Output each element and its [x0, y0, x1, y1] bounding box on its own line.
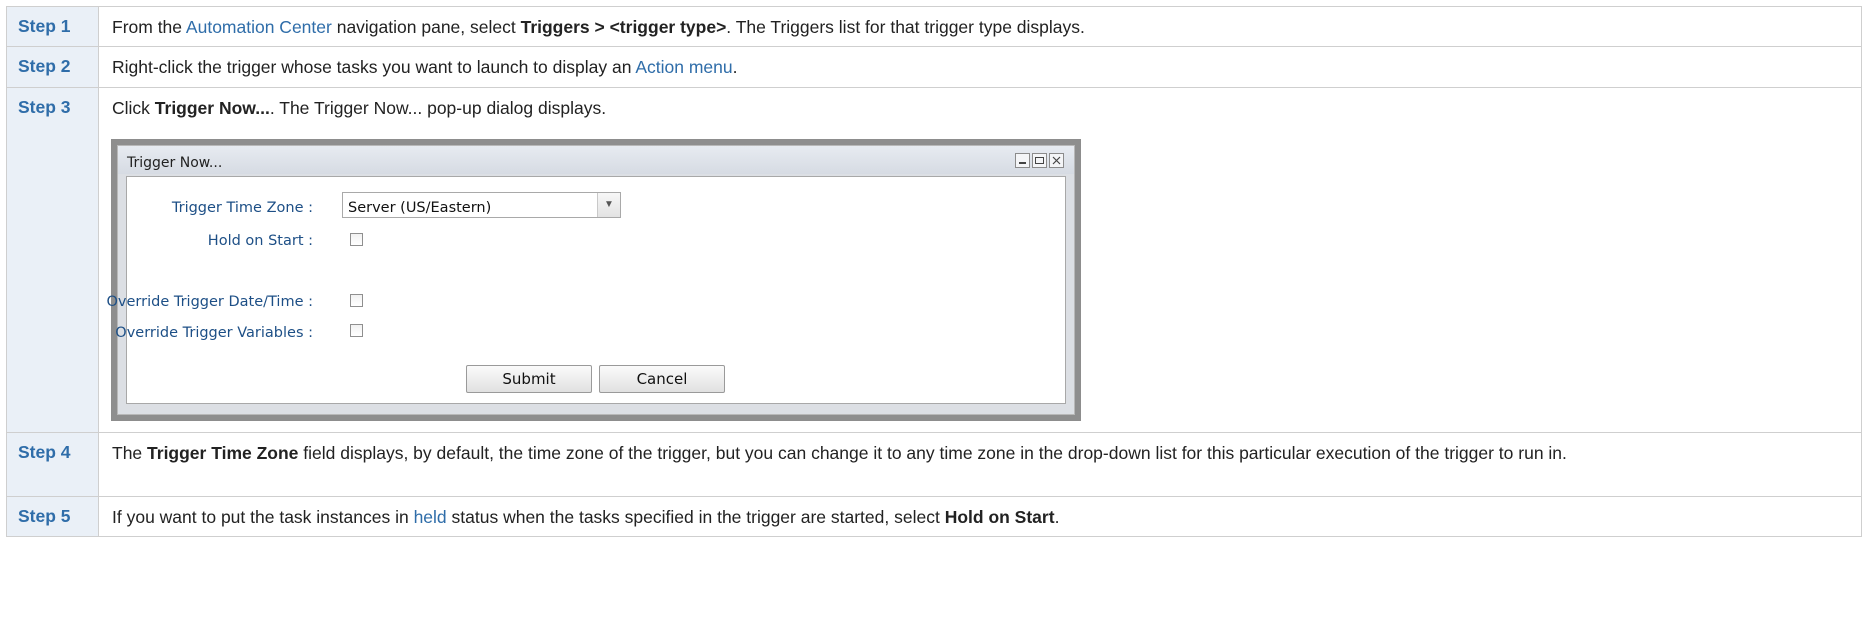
step-text: . The Trigger Now... pop-up dialog displ…	[269, 98, 607, 118]
override-variables-checkbox[interactable]	[350, 324, 363, 337]
step-text: Right-click the trigger whose tasks you …	[112, 57, 636, 77]
time-zone-select[interactable]: Server (US/Eastern) ▼	[342, 192, 621, 218]
cancel-button[interactable]: Cancel	[599, 365, 725, 393]
step-content: Right-click the trigger whose tasks you …	[98, 46, 1862, 88]
automation-center-link[interactable]: Automation Center	[186, 17, 332, 37]
override-datetime-checkbox[interactable]	[350, 294, 363, 307]
step-text: .	[732, 57, 738, 77]
hold-on-start-label: Hold on Start :	[207, 233, 313, 249]
dialog-titlebar: Trigger Now...	[118, 146, 1074, 174]
step-label: Step 3	[6, 87, 99, 433]
held-link[interactable]: held	[414, 507, 447, 527]
step-text: From the	[112, 17, 186, 37]
window-controls	[1013, 153, 1064, 168]
step-text: . The Triggers list for that trigger typ…	[726, 17, 1085, 37]
maximize-icon[interactable]	[1032, 153, 1047, 168]
step-bold-text: Trigger Now...	[154, 98, 270, 118]
time-zone-value: Server (US/Eastern)	[348, 200, 492, 216]
step-text: If you want to put the task instances in	[112, 507, 414, 527]
close-icon[interactable]	[1049, 153, 1064, 168]
minimize-icon[interactable]	[1015, 153, 1030, 168]
dialog-window: Trigger Now... Trigger Time Zone: Serve…	[107, 145, 1075, 415]
step-content: Click Trigger Now.... The Trigger Now...…	[98, 87, 1862, 433]
step-row: Step 1 From the Automation Center naviga…	[6, 6, 1862, 47]
step-label: Step 2	[6, 46, 99, 88]
override-variables-label: Override Trigger Variables :	[115, 325, 313, 341]
step-text: The	[112, 443, 148, 463]
steps-table: Step 1 From the Automation Center naviga…	[6, 6, 1862, 537]
hold-on-start-checkbox[interactable]	[350, 233, 363, 246]
step-label: Step 1	[6, 6, 99, 47]
step-text: navigation pane, select	[331, 17, 521, 37]
step-text: status when the tasks specified in the t…	[446, 507, 945, 527]
submit-button[interactable]: Submit	[466, 365, 592, 393]
step-label: Step 4	[6, 432, 99, 497]
time-zone-label: Trigger Time Zone :	[171, 200, 313, 216]
step-row: Step 4 The Trigger Time Zone field displ…	[6, 432, 1862, 497]
step-bold-text: Triggers > <trigger type>	[520, 17, 727, 37]
dialog-title: Trigger Now...	[127, 155, 223, 171]
action-menu-link[interactable]: Action menu	[635, 57, 732, 77]
step-content: From the Automation Center navigation pa…	[98, 6, 1862, 47]
trigger-now-dialog-screenshot: Trigger Now... Trigger Time Zone: Serve…	[107, 139, 1081, 421]
chevron-down-icon[interactable]: ▼	[597, 193, 620, 217]
step-text: field displays, by default, the time zon…	[298, 443, 1567, 463]
step-content: The Trigger Time Zone field displays, by…	[98, 432, 1862, 497]
step-row: Step 5 If you want to put the task insta…	[6, 496, 1862, 537]
step-text: Click	[112, 98, 155, 118]
step-row: Step 2 Right-click the trigger whose tas…	[6, 46, 1862, 88]
step-content: If you want to put the task instances in…	[98, 496, 1862, 537]
dialog-body: Trigger Time Zone : Server (US/Eastern) …	[107, 176, 1066, 404]
step-bold-text: Hold on Start	[944, 507, 1055, 527]
step-row: Step 3 Click Trigger Now.... The Trigger…	[6, 87, 1862, 433]
override-datetime-label: Override Trigger Date/Time :	[106, 294, 313, 310]
step-text: .	[1054, 507, 1060, 527]
step-label: Step 5	[6, 496, 99, 537]
step-bold-text: Trigger Time Zone	[147, 443, 299, 463]
